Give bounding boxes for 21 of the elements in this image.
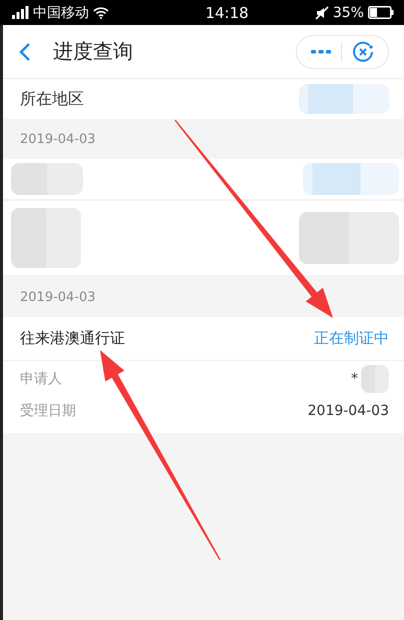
- document-name: 往来港澳通行证: [20, 329, 125, 348]
- section-date: 2019-04-03: [20, 132, 96, 146]
- back-button[interactable]: [19, 42, 31, 62]
- detail-value: 2019-04-03: [308, 403, 389, 419]
- detail-label: 受理日期: [20, 402, 76, 420]
- field-label: 所在地区: [20, 88, 84, 110]
- detail-value: *: [351, 371, 358, 387]
- battery-percent: 35%: [332, 4, 364, 20]
- close-icon: [352, 40, 374, 62]
- signal-icon: [11, 6, 29, 19]
- progress-status: 正在制证中: [314, 329, 389, 348]
- battery-icon: [368, 6, 394, 19]
- carrier-name: 中国移动: [33, 4, 89, 22]
- section-date: 2019-04-03: [20, 290, 96, 304]
- blurred-text: [11, 163, 83, 195]
- detail-label: 申请人: [20, 370, 62, 388]
- clock-time: 14:18: [205, 4, 249, 22]
- more-icon: [311, 48, 331, 54]
- page-title: 进度查询: [53, 38, 134, 65]
- blurred-text: [11, 208, 81, 268]
- wifi-icon: [93, 6, 109, 19]
